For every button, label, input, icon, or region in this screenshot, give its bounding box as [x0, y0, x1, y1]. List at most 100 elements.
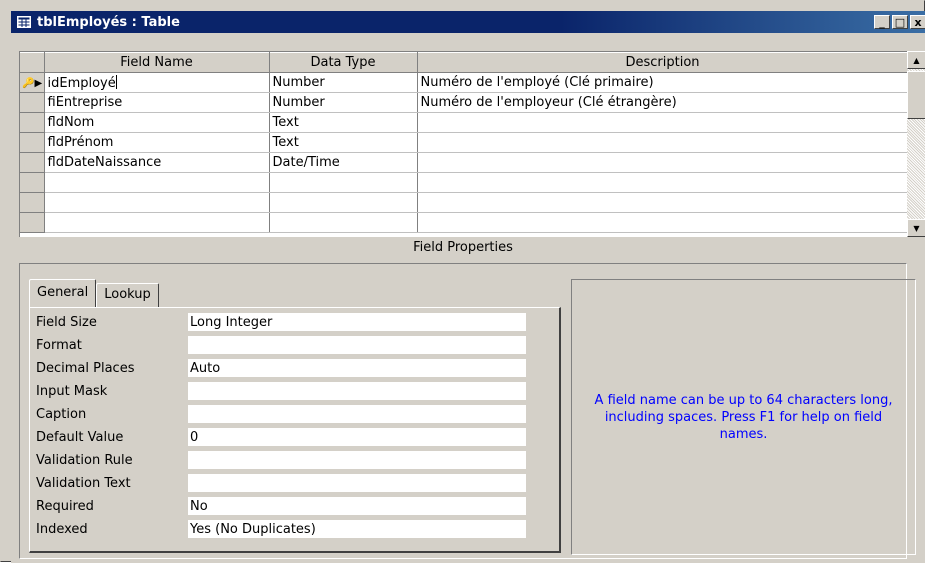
vertical-scrollbar[interactable]: ▲ ▼ — [907, 51, 925, 237]
data-type-cell[interactable]: Number — [269, 72, 418, 93]
window-title: tblEmployés : Table — [37, 14, 180, 30]
row-selector[interactable] — [20, 132, 45, 153]
scroll-up-button[interactable]: ▲ — [907, 51, 925, 69]
window-client: Field Name Data Type Description 🔑▶ idEm… — [11, 33, 925, 563]
row-selector[interactable] — [20, 112, 45, 133]
property-label: Field Size — [36, 314, 97, 330]
property-label: Validation Rule — [36, 452, 133, 468]
property-row: Default Value 0 — [36, 427, 546, 447]
description-cell[interactable] — [417, 112, 909, 133]
property-value-field[interactable]: Auto — [188, 358, 526, 378]
property-label: Indexed — [36, 521, 88, 537]
data-type-cell[interactable] — [269, 192, 418, 213]
property-label: Input Mask — [36, 383, 108, 399]
row-selector[interactable] — [20, 172, 45, 193]
general-tab-panel: Field Size Long Integer Format Decimal P… — [29, 307, 561, 553]
scroll-thumb[interactable] — [907, 71, 925, 119]
row-selector[interactable] — [20, 92, 45, 113]
table-row: 🔑▶ idEmployé Number Numéro de l'employé … — [20, 72, 909, 93]
primary-key-icon: 🔑▶ — [22, 78, 43, 89]
field-name-cell[interactable]: fiEntreprise — [44, 92, 270, 113]
property-value-field[interactable]: Long Integer — [188, 312, 526, 332]
property-row: Validation Rule — [36, 450, 546, 470]
description-cell[interactable]: Numéro de l'employé (Clé primaire) — [417, 72, 909, 93]
field-name-cell[interactable]: fldNom — [44, 112, 270, 133]
scroll-down-button[interactable]: ▼ — [907, 219, 925, 237]
property-value-field[interactable] — [188, 404, 526, 424]
tab-lookup[interactable]: Lookup — [96, 283, 159, 307]
property-row: Indexed Yes (No Duplicates) — [36, 519, 546, 539]
column-header-description[interactable]: Description — [417, 52, 909, 73]
property-label: Caption — [36, 406, 87, 422]
property-row: Validation Text — [36, 473, 546, 493]
property-value-field[interactable]: Yes (No Duplicates) — [188, 519, 526, 539]
table-row: fldPrénom Text — [20, 132, 909, 153]
property-tabs: General Lookup — [29, 279, 159, 307]
table-row: fiEntreprise Number Numéro de l'employeu… — [20, 92, 909, 113]
property-row: Required No — [36, 496, 546, 516]
column-header-data-type[interactable]: Data Type — [269, 52, 418, 73]
title-bar[interactable]: tblEmployés : Table _ □ x — [11, 11, 925, 33]
field-name-cell[interactable] — [44, 172, 270, 193]
table-row: fldDateNaissance Date/Time — [20, 152, 909, 173]
property-row: Input Mask — [36, 381, 546, 401]
arrow-up-icon: ▲ — [913, 55, 920, 65]
description-cell[interactable]: Numéro de l'employeur (Clé étrangère) — [417, 92, 909, 113]
field-name-cell[interactable] — [44, 212, 270, 233]
help-text: A field name can be up to 64 characters … — [594, 392, 893, 442]
data-type-cell[interactable]: Date/Time — [269, 152, 418, 173]
data-type-cell[interactable] — [269, 212, 418, 233]
property-label: Decimal Places — [36, 360, 135, 376]
minimize-icon: _ — [879, 15, 885, 29]
table-design-window: tblEmployés : Table _ □ x Field Name Dat… — [0, 0, 925, 563]
property-value-field[interactable]: 0 — [188, 427, 526, 447]
tab-general[interactable]: General — [29, 279, 97, 307]
property-label: Format — [36, 337, 82, 353]
property-value-field[interactable] — [188, 473, 526, 493]
minimize-button[interactable]: _ — [874, 15, 890, 29]
property-value-field[interactable]: No — [188, 496, 526, 516]
description-cell[interactable] — [417, 212, 909, 233]
field-name-cell[interactable]: fldDateNaissance — [44, 152, 270, 173]
arrow-down-icon: ▼ — [913, 223, 920, 233]
description-cell[interactable] — [417, 152, 909, 173]
property-row: Caption — [36, 404, 546, 424]
field-name-cell[interactable] — [44, 192, 270, 213]
property-label: Validation Text — [36, 475, 131, 491]
description-cell[interactable] — [417, 132, 909, 153]
property-label: Required — [36, 498, 94, 514]
property-row: Decimal Places Auto — [36, 358, 546, 378]
close-icon: x — [914, 15, 922, 29]
row-selector[interactable]: 🔑▶ — [20, 72, 45, 93]
data-type-cell[interactable]: Text — [269, 132, 418, 153]
property-row: Field Size Long Integer — [36, 312, 546, 332]
help-box: A field name can be up to 64 characters … — [571, 279, 916, 555]
field-name-cell[interactable]: idEmployé — [44, 72, 270, 93]
close-button[interactable]: x — [910, 15, 925, 29]
grid-corner[interactable] — [20, 52, 45, 73]
property-value-field[interactable] — [188, 450, 526, 470]
table-row — [20, 212, 909, 233]
row-selector[interactable] — [20, 152, 45, 173]
field-name-cell[interactable]: fldPrénom — [44, 132, 270, 153]
row-selector[interactable] — [20, 212, 45, 233]
table-row — [20, 172, 909, 193]
description-cell[interactable] — [417, 172, 909, 193]
restore-icon: □ — [894, 15, 906, 29]
field-properties-label: Field Properties — [413, 240, 513, 255]
property-value-field[interactable] — [188, 381, 526, 401]
description-cell[interactable] — [417, 192, 909, 213]
field-grid: Field Name Data Type Description 🔑▶ idEm… — [19, 51, 909, 237]
property-label: Default Value — [36, 429, 124, 445]
column-header-field-name[interactable]: Field Name — [44, 52, 270, 73]
row-selector[interactable] — [20, 192, 45, 213]
table-row: fldNom Text — [20, 112, 909, 133]
data-type-cell[interactable]: Number — [269, 92, 418, 113]
table-icon — [17, 16, 31, 28]
table-row — [20, 192, 909, 213]
data-type-cell[interactable] — [269, 172, 418, 193]
restore-button[interactable]: □ — [892, 15, 908, 29]
property-value-field[interactable] — [188, 335, 526, 355]
data-type-cell[interactable]: Text — [269, 112, 418, 133]
property-row: Format — [36, 335, 546, 355]
